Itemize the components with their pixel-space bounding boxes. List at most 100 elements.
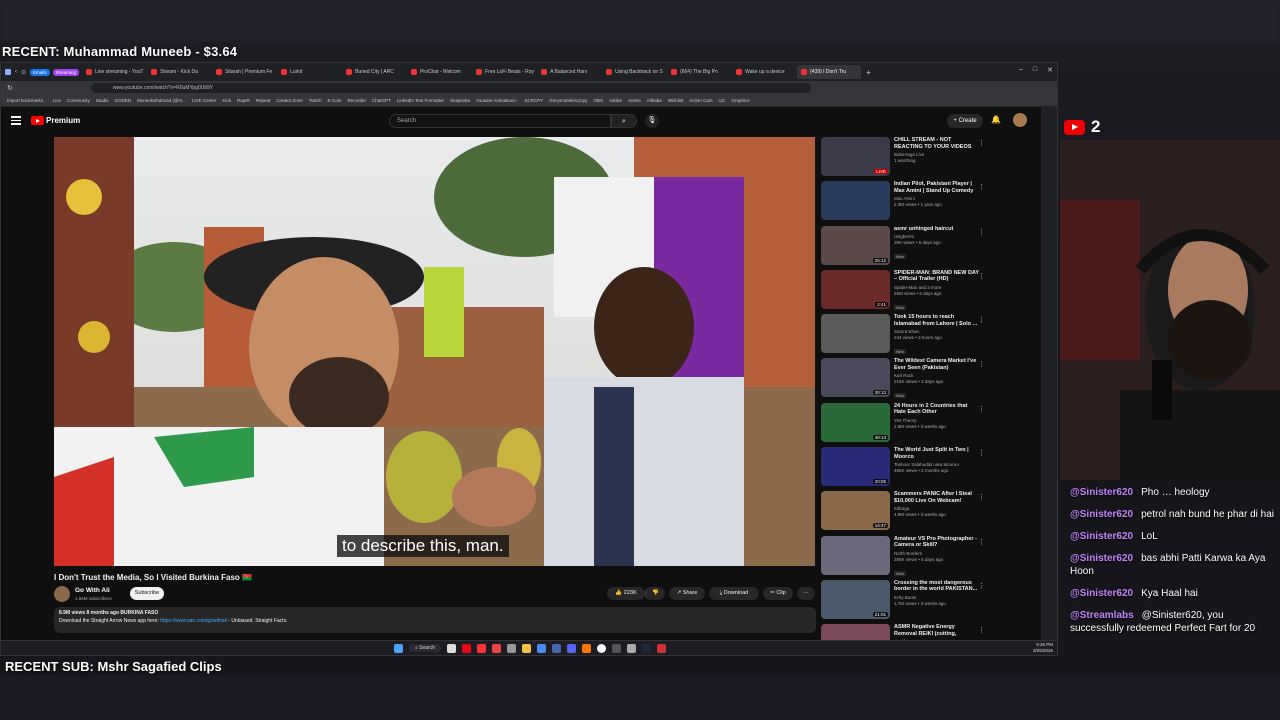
video-thumbnail[interactable]: 20:05: [821, 447, 890, 487]
taskbar-clock[interactable]: 9:26 PM 3/25/2026: [1033, 642, 1053, 654]
create-button[interactable]: + Create: [947, 114, 983, 128]
bookmark-item[interactable]: E-Com: [328, 98, 342, 103]
bookmark-item[interactable]: Community: [67, 98, 90, 103]
netflix-icon[interactable]: [462, 643, 472, 653]
menu-icon[interactable]: [11, 116, 21, 125]
more-options-icon[interactable]: ⋮: [978, 360, 985, 368]
video-player[interactable]: to describe this, man.: [54, 137, 815, 566]
download-button[interactable]: ⤓ Download: [709, 587, 759, 600]
description-link[interactable]: https://www.san.com/gowithali: [160, 618, 227, 624]
app-icon[interactable]: [552, 643, 562, 653]
video-thumbnail[interactable]: [821, 181, 890, 221]
bookmark-item[interactable]: Live: [53, 98, 61, 103]
channel-avatar[interactable]: [54, 586, 70, 602]
related-video-item[interactable]: Amateur VS Pro Photographer - Camera or …: [821, 535, 991, 580]
related-video-title[interactable]: CHILL STREAM - NOT REACTING TO YOUR VIDE…: [894, 137, 979, 150]
close-icon[interactable]: ✕: [1047, 66, 1053, 74]
new-tab-icon[interactable]: +: [866, 68, 871, 77]
more-actions-icon[interactable]: ⋯: [797, 587, 815, 600]
microphone-icon[interactable]: 🎙: [645, 114, 659, 128]
browser-tab[interactable]: Stream - Kick Da: [147, 65, 211, 79]
minimize-icon[interactable]: –: [1019, 66, 1023, 74]
bookmark-item[interactable]: Snapinsta: [450, 98, 470, 103]
related-video-title[interactable]: Took 15 hours to reach Islamabad from La…: [894, 314, 979, 327]
related-video-item[interactable]: Indian Pilot, Pakistani Player | Max Ami…: [821, 181, 991, 225]
browser-tab[interactable]: (439) I Don't Tru: [797, 65, 862, 79]
bookmark-item[interactable]: Graphics: [732, 98, 750, 103]
firefox-icon[interactable]: [582, 643, 592, 653]
steam-icon[interactable]: [642, 643, 652, 653]
bookmark-item[interactable]: Anime: [628, 98, 641, 103]
bookmark-item[interactable]: Wishlist: [668, 98, 684, 103]
related-video-title[interactable]: ASMR Negative Energy Removal REIKI (cutt…: [894, 624, 979, 637]
related-video-item[interactable]: 2:41 SPIDER-MAN: BRAND NEW DAY – Official…: [821, 269, 991, 314]
more-options-icon[interactable]: ⋮: [978, 405, 985, 413]
clip-button[interactable]: ✂ Clip: [763, 587, 793, 600]
dislike-button[interactable]: 👎: [645, 587, 665, 600]
more-options-icon[interactable]: ⋮: [978, 316, 985, 324]
related-video-item[interactable]: 48:13 24 Hours in 2 Countries that Hate E…: [821, 402, 991, 447]
more-options-icon[interactable]: ⋮: [978, 582, 985, 590]
task-view-icon[interactable]: [447, 643, 457, 653]
video-thumbnail[interactable]: LIVE: [821, 137, 890, 176]
more-options-icon[interactable]: ⋮: [978, 272, 985, 280]
related-video-title[interactable]: The World Just Split in Two | Moorco: [894, 447, 979, 460]
more-options-icon[interactable]: ⋮: [978, 626, 985, 634]
bookmark-item[interactable]: LinkedIn Text Formatter: [397, 98, 444, 103]
windows-start-icon[interactable]: [393, 643, 403, 653]
video-thumbnail[interactable]: 48:13: [821, 402, 890, 442]
bookmark-item[interactable]: Adobe: [609, 98, 622, 103]
video-thumbnail[interactable]: 21:01: [821, 579, 890, 619]
reload-icon[interactable]: ↻: [7, 84, 13, 92]
related-video-item[interactable]: 21:01 Crossing the most dangerous border …: [821, 579, 991, 624]
app-icon[interactable]: [657, 643, 667, 653]
more-options-icon[interactable]: ⋮: [978, 228, 985, 236]
bookmark-item[interactable]: LIVE Center: [192, 98, 217, 103]
youtube-logo[interactable]: Premium: [31, 116, 80, 125]
more-options-icon[interactable]: ⋮: [978, 139, 985, 147]
related-video-title[interactable]: Indian Pilot, Pakistani Player | Max Ami…: [894, 181, 979, 194]
channel-name[interactable]: Go With Ali: [75, 587, 110, 594]
back-icon[interactable]: ‹: [15, 69, 17, 75]
bookmark-item[interactable]: Repeat: [256, 98, 271, 103]
related-video-item[interactable]: 20:05 The World Just Split in Two | Moorc…: [821, 447, 991, 491]
bookmark-item[interactable]: SCRCPY: [524, 98, 543, 103]
related-video-title[interactable]: Scammers PANIC After I Steal $10,000 Liv…: [894, 491, 979, 504]
notifications-bell-icon[interactable]: 🔔: [991, 115, 1001, 124]
url-field[interactable]: www.youtube.com/watch?v=R0uMYpg0Ub9Y: [90, 83, 811, 93]
bookmark-item[interactable]: Recorder: [348, 98, 367, 103]
related-video-title[interactable]: SPIDER-MAN: BRAND NEW DAY – Official Tra…: [894, 270, 979, 283]
bookmark-item[interactable]: Action Cam: [689, 98, 712, 103]
related-video-title[interactable]: Crossing the most dangerous border in th…: [894, 580, 979, 593]
history-icon[interactable]: ⊙: [21, 69, 26, 76]
more-options-icon[interactable]: ⋮: [978, 538, 985, 546]
video-thumbnail[interactable]: 14:47: [821, 491, 890, 531]
app-icon[interactable]: [537, 643, 547, 653]
account-avatar[interactable]: [1013, 113, 1027, 127]
related-video-title[interactable]: Amateur VS Pro Photographer - Camera or …: [894, 536, 979, 549]
bookmark-item[interactable]: RapIR: [237, 98, 250, 103]
more-options-icon[interactable]: ⋮: [978, 183, 985, 191]
related-video-title[interactable]: The Wildest Camera Market I've Ever Seen…: [894, 358, 979, 371]
app-icon[interactable]: [627, 643, 637, 653]
bookmark-item[interactable]: c2c: [719, 98, 726, 103]
more-options-icon[interactable]: ⋮: [978, 493, 985, 501]
browser-tab[interactable]: Using Backtrack on S: [602, 65, 666, 79]
search-icon[interactable]: ⌕: [611, 114, 637, 128]
share-button[interactable]: ↗ Share: [669, 587, 705, 600]
app-icon[interactable]: [492, 643, 502, 653]
obs-icon[interactable]: [597, 643, 607, 653]
related-video-item[interactable]: LIVE CHILL STREAM - NOT REACTING TO YOUR …: [821, 137, 991, 181]
video-thumbnail[interactable]: [821, 535, 890, 575]
bookmark-item[interactable]: Creator Zone: [276, 98, 303, 103]
related-video-title[interactable]: 24 Hours in 2 Countries that Hate Each O…: [894, 403, 979, 416]
browser-tab[interactable]: Wake up a device: [732, 65, 796, 79]
browser-tab[interactable]: Buried City | ARC: [342, 65, 406, 79]
bookmark-item[interactable]: Twitch: [309, 98, 322, 103]
taskbar-search[interactable]: ⌕ Search: [408, 644, 442, 652]
bookmark-item[interactable]: Kick: [222, 98, 231, 103]
browser-tab[interactable]: (664) The Big Pn: [667, 65, 731, 79]
related-video-item[interactable]: Took 15 hours to reach Islamabad from La…: [821, 314, 991, 358]
browser-tab[interactable]: Live streaming - YouT: [82, 65, 146, 79]
browser-tab[interactable]: Free LoFi Beats - Roy: [472, 65, 536, 79]
